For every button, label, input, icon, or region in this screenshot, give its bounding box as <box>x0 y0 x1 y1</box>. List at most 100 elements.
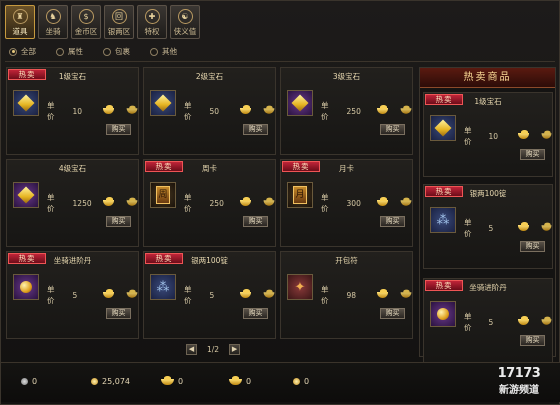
tab-5[interactable]: ☯ 侠义值 <box>170 5 200 39</box>
item-price: 单价 5 <box>464 217 552 239</box>
pager: ◀ 1/2 ▶ <box>186 344 241 355</box>
tab-1[interactable]: ♞ 坐骑 <box>38 5 68 39</box>
filter-option[interactable]: 包裹 <box>103 46 130 57</box>
price-value: 10 <box>72 106 83 116</box>
currency-value: 0 <box>304 377 310 386</box>
gold-ingot-icon <box>239 105 252 114</box>
tab-label: 侠义值 <box>173 27 197 36</box>
currency-item: 0 <box>21 377 37 386</box>
buy-button[interactable]: 购买 <box>243 308 268 319</box>
page-indicator: 1/2 <box>207 345 220 354</box>
tab-label: 道具 <box>12 27 28 36</box>
week-card-icon[interactable]: 周 <box>150 182 176 208</box>
price-value: 50 <box>209 106 220 116</box>
item-card: 热卖 坐骑进阶丹 单价 5 购买 <box>6 251 139 339</box>
yellow-gem-icon[interactable] <box>430 115 456 141</box>
item-price: 单价 1250 <box>47 192 138 214</box>
month-card-icon[interactable]: 月 <box>287 182 313 208</box>
mount-pill-icon[interactable] <box>13 274 39 300</box>
gold-ingot-icon <box>400 289 412 298</box>
gold-ingot-icon <box>541 316 552 325</box>
silver-shape: ⁂ <box>156 279 170 295</box>
item-name: 月卡 <box>339 164 354 173</box>
filter-option[interactable]: 属性 <box>56 46 83 57</box>
currency-value: 25,074 <box>102 377 130 386</box>
silver-ingot-icon[interactable]: ⁂ <box>430 207 456 233</box>
silver-coin-icon: 回 <box>111 9 127 24</box>
prev-page-button[interactable]: ◀ <box>186 344 197 355</box>
item-price: 单价 50 <box>184 100 275 122</box>
silver-ingot-icon[interactable]: ⁂ <box>150 274 176 300</box>
item-name: 银两100锭 <box>191 256 228 265</box>
item-card: 3级宝石 单价 250 购买 <box>280 67 413 155</box>
currency-item: 0 <box>293 377 309 386</box>
item-card: 4级宝石 单价 1250 购买 <box>6 159 139 247</box>
yellow-gem-icon[interactable] <box>287 90 313 116</box>
item-name: 坐骑进阶丹 <box>469 283 507 292</box>
item-card: 热卖 周卡周单价 250 购买 <box>143 159 276 247</box>
buy-button[interactable]: 购买 <box>520 241 545 252</box>
buy-button[interactable]: 购买 <box>380 308 405 319</box>
yellow-gem-icon[interactable] <box>13 90 39 116</box>
price-label: 单价 <box>184 285 192 305</box>
buy-button[interactable]: 购买 <box>520 149 545 160</box>
item-name: 1级宝石 <box>474 97 502 106</box>
gold-ingot-icon <box>229 375 242 385</box>
tab-2[interactable]: $ 金币区 <box>71 5 101 39</box>
price-label: 单价 <box>321 193 329 213</box>
radio-button[interactable] <box>150 47 158 56</box>
gold-ingot-icon <box>126 197 138 206</box>
hot-item-card: 热卖 1级宝石 单价 10 购买 <box>423 92 553 177</box>
currency-value: 0 <box>246 377 252 386</box>
price-value: 5 <box>72 290 78 300</box>
price-label: 单价 <box>184 193 192 213</box>
buy-button[interactable]: 购买 <box>243 216 268 227</box>
filter-bar: 全部 属性 包裹 其他 <box>9 46 177 57</box>
item-name: 周卡 <box>202 164 217 173</box>
buy-button[interactable]: 购买 <box>520 335 545 346</box>
yellow-gem-icon[interactable] <box>13 182 39 208</box>
gold-ingot-icon <box>263 197 275 206</box>
item-price: 单价 10 <box>47 100 138 122</box>
next-page-button[interactable]: ▶ <box>229 344 241 355</box>
buy-button[interactable]: 购买 <box>106 124 131 135</box>
filter-label: 包裹 <box>115 47 130 56</box>
tab-label: 金币区 <box>74 27 98 36</box>
tab-3[interactable]: 回银两区 <box>104 5 134 39</box>
filter-option[interactable]: 其他 <box>150 46 177 57</box>
chivalry-icon: ☯ <box>177 9 193 24</box>
gold-ingot-icon <box>400 197 412 206</box>
horse-icon: ♞ <box>45 9 61 24</box>
buy-button[interactable]: 购买 <box>380 216 405 227</box>
price-value: 5 <box>209 290 215 300</box>
currency-item: 0 <box>161 375 183 386</box>
gem-shape <box>17 186 35 204</box>
gold-ingot-icon <box>239 197 252 206</box>
buy-button[interactable]: 购买 <box>106 216 131 227</box>
filter-option[interactable]: 全部 <box>9 46 36 57</box>
yellow-gem-icon[interactable] <box>150 90 176 116</box>
item-price: 单价 250 <box>184 192 275 214</box>
tab-0[interactable]: ♜ 道具 <box>5 5 35 39</box>
item-card: 热卖 银两100锭 ⁂ 单价 5 购买 <box>143 251 276 339</box>
hot-item-card: 热卖 银两100锭 ⁂ 单价 5 购买 <box>423 184 553 269</box>
gold-ingot-icon <box>263 289 275 298</box>
shop-window: ♜ 道具 ♞ 坐骑 $ 金币区回银两区 ✚ 特权 ☯ 侠义值 全部 属性 包裹 其他 热卖 1级宝石 单价 1… <box>0 0 560 405</box>
hot-items-panel: 热卖商品 热卖 1级宝石 单价 10 购买 热卖 银两100锭 ⁂ 单价 5 购买 热卖 坐骑进阶丹 单价… <box>419 67 556 363</box>
gold-ingot-icon <box>400 105 412 114</box>
item-price: 单价 300 <box>321 192 412 214</box>
bag-unlock-icon[interactable]: ✦ <box>287 274 313 300</box>
currency-bar: 0 25,074 0 0 0 <box>1 362 560 402</box>
buy-button[interactable]: 购买 <box>380 124 405 135</box>
buy-button[interactable]: 购买 <box>243 124 268 135</box>
radio-button[interactable] <box>9 47 17 56</box>
tab-label: 坐骑 <box>45 27 61 36</box>
filter-label: 属性 <box>68 47 83 56</box>
radio-button[interactable] <box>103 47 111 56</box>
mount-pill-icon[interactable] <box>430 301 456 327</box>
radio-button[interactable] <box>56 47 64 56</box>
gold-coin-icon <box>91 378 98 385</box>
buy-button[interactable]: 购买 <box>106 308 131 319</box>
tab-4[interactable]: ✚ 特权 <box>137 5 167 39</box>
filter-label: 其他 <box>162 47 177 56</box>
